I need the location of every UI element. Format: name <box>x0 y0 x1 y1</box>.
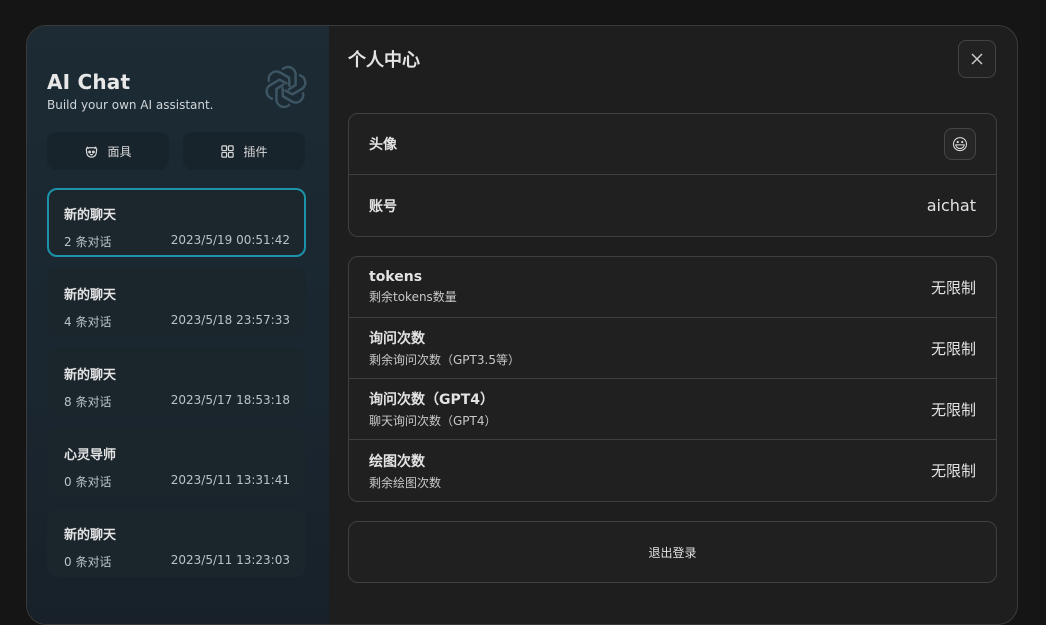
chat-message-count: 0 条对话 <box>64 475 112 489</box>
plugin-grid-icon <box>221 144 235 158</box>
logout-button[interactable]: 退出登录 <box>348 521 997 583</box>
app-window: AI Chat Build your own AI assistant. 面具 … <box>26 25 1018 625</box>
avatar: 😃 <box>951 134 969 154</box>
quota-description: 剩余询问次数（GPT3.5等） <box>369 353 520 367</box>
quota-description: 剩余绘图次数 <box>369 475 442 490</box>
account-label: 账号 <box>369 198 397 215</box>
chat-message-count: 2 条对话 <box>64 235 112 249</box>
chat-item[interactable]: 新的聊天 0 条对话 2023/5/11 13:23:03 <box>47 508 306 577</box>
chat-title: 新的聊天 <box>64 288 117 303</box>
chat-title: 心灵导师 <box>64 448 117 463</box>
plugin-button-label: 插件 <box>243 144 268 159</box>
account-row: 账号 aichat <box>349 175 996 236</box>
chat-item[interactable]: 新的聊天 4 条对话 2023/5/18 23:57:33 <box>47 268 306 337</box>
quota-label: tokens <box>369 269 423 285</box>
chat-item[interactable]: 心灵导师 0 条对话 2023/5/11 13:31:41 <box>47 428 306 497</box>
chat-message-count: 4 条对话 <box>64 315 112 329</box>
quota-value: 无限制 <box>930 339 976 358</box>
mask-button[interactable]: 面具 <box>47 132 169 170</box>
chat-item[interactable]: 新的聊天 8 条对话 2023/5/17 18:53:18 <box>47 348 306 417</box>
chat-message-count: 0 条对话 <box>64 555 112 569</box>
chat-list: 新的聊天 2 条对话 2023/5/19 00:51:42 新的聊天 4 条对话… <box>47 188 309 577</box>
profile-card: 头像 😃 账号 aichat <box>348 113 997 237</box>
chat-message-count: 8 条对话 <box>64 395 112 409</box>
chat-timestamp: 2023/5/19 00:51:42 <box>170 233 290 247</box>
avatar-label: 头像 <box>369 137 397 153</box>
profile-panel: 个人中心 头像 😃 账号 aichat tokens 剩余tokens数量 无限… <box>329 26 1017 624</box>
chat-timestamp: 2023/5/18 23:57:33 <box>170 313 290 327</box>
chat-timestamp: 2023/5/11 13:31:41 <box>170 473 290 487</box>
page-title: 个人中心 <box>348 50 420 71</box>
quota-row-gpt4: 询问次数（GPT4） 聊天询问次数（GPT4） 无限制 <box>349 379 996 440</box>
avatar-row: 头像 😃 <box>349 114 996 175</box>
quota-value: 无限制 <box>930 400 976 419</box>
chat-title: 新的聊天 <box>64 528 117 543</box>
close-button[interactable] <box>958 40 996 78</box>
mask-button-label: 面具 <box>107 144 132 159</box>
chat-timestamp: 2023/5/17 18:53:18 <box>170 393 290 407</box>
chat-item[interactable]: 新的聊天 2 条对话 2023/5/19 00:51:42 <box>47 188 306 257</box>
chat-timestamp: 2023/5/11 13:23:03 <box>170 553 290 567</box>
account-value: aichat <box>926 196 976 215</box>
quota-value: 无限制 <box>930 278 976 297</box>
quota-label: 绘图次数 <box>369 453 425 470</box>
quota-card: tokens 剩余tokens数量 无限制 询问次数 剩余询问次数（GPT3.5… <box>348 256 997 502</box>
quota-description: 聊天询问次数（GPT4） <box>369 414 497 428</box>
quota-row-drawing: 绘图次数 剩余绘图次数 无限制 <box>349 440 996 501</box>
mask-icon <box>86 145 98 158</box>
chat-title: 新的聊天 <box>64 208 117 223</box>
close-icon <box>971 53 983 65</box>
quota-row-tokens: tokens 剩余tokens数量 无限制 <box>349 257 996 318</box>
quota-row-queries: 询问次数 剩余询问次数（GPT3.5等） 无限制 <box>349 318 996 379</box>
chat-title: 新的聊天 <box>64 368 117 383</box>
openai-logo-icon <box>263 64 309 110</box>
sidebar: AI Chat Build your own AI assistant. 面具 … <box>27 26 329 624</box>
plugin-button[interactable]: 插件 <box>183 132 305 170</box>
quota-value: 无限制 <box>930 462 976 480</box>
quota-label: 询问次数 <box>369 331 425 347</box>
quota-description: 剩余tokens数量 <box>369 290 457 304</box>
sidebar-tools: 面具 插件 <box>47 132 309 170</box>
quota-label: 询问次数（GPT4） <box>369 392 495 408</box>
avatar-button[interactable]: 😃 <box>944 128 976 160</box>
